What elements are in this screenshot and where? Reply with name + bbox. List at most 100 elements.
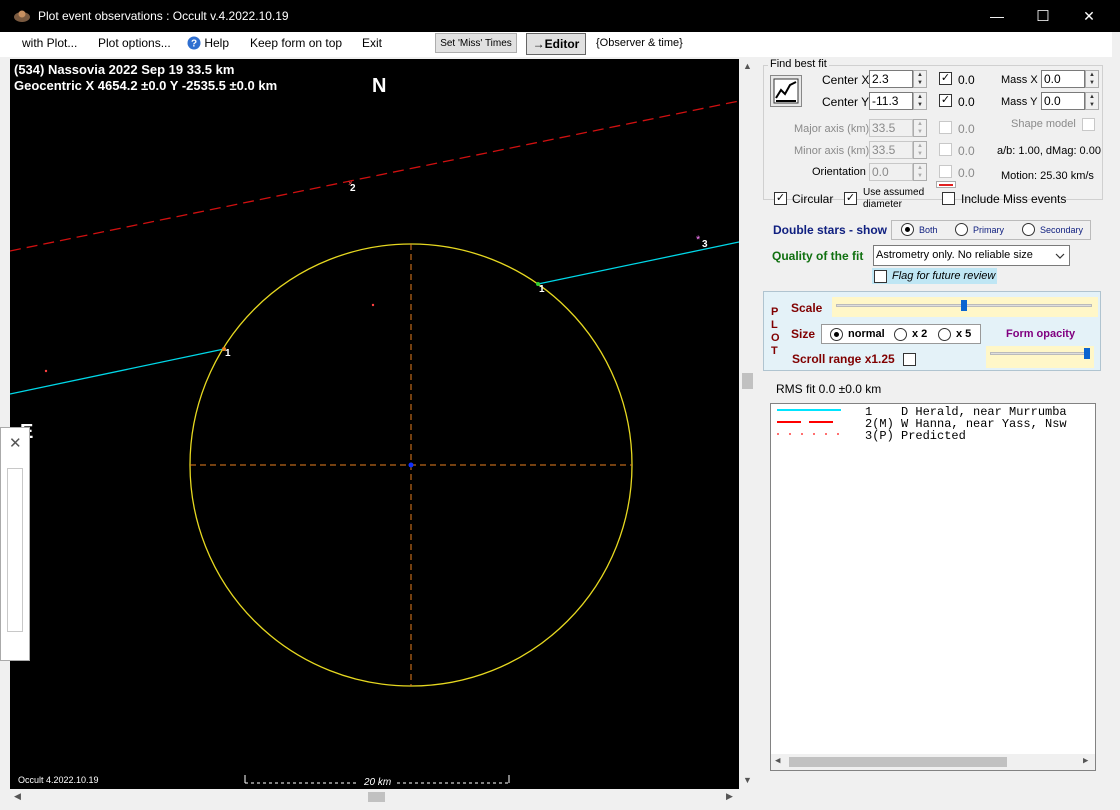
scroll-right-icon[interactable]: ▶ [726,791,733,802]
set-miss-times-button[interactable]: Set 'Miss' Times [435,33,517,53]
version-label: Occult 4.2022.10.19 [18,775,99,785]
legend-line-dotted-icon [777,433,841,435]
legend-scroll-right-icon[interactable]: ▶ [1083,756,1088,766]
find-best-fit-button[interactable] [770,75,802,107]
include-miss-events-checkbox[interactable] [942,192,955,205]
orientation-fit-checkbox[interactable] [939,165,952,178]
size-x5-label: x 5 [956,328,972,340]
center-y-label: Center Y [822,95,870,109]
orientation-label: Orientation [812,166,866,178]
double-stars-primary-radio[interactable] [955,223,968,236]
center-x-spinner[interactable]: ▲ ▼ [913,70,927,88]
use-assumed-label-1: Use assumed [863,187,925,198]
scale-slider[interactable] [832,297,1098,317]
major-axis-fit-checkbox[interactable] [939,121,952,134]
size-label: Size [791,327,816,341]
plot-horizontal-scrollbar[interactable]: ◀ ▶ [10,789,739,805]
scroll-left-icon[interactable]: ◀ [14,791,21,802]
double-stars-primary-label: Primary [973,225,1004,235]
close-icon: ✕ [1083,7,1095,24]
orientation-input[interactable]: 0.0 [869,163,913,181]
legend-row[interactable]: 3(P) Predicted [771,429,966,443]
minor-axis-fit-checkbox[interactable] [939,143,952,156]
major-axis-spinner[interactable]: ▲ ▼ [913,119,927,137]
size-normal-radio[interactable] [830,328,843,341]
title-bar: Plot event observations : Occult v.4.202… [0,0,1120,32]
chord-label-2: 2 [350,183,356,194]
scroll-down-icon[interactable]: ▼ [743,775,752,785]
window-title: Plot event observations : Occult v.4.202… [38,9,289,23]
legend-scroll-thumb[interactable] [789,757,1007,767]
major-axis-input[interactable]: 33.5 [869,119,913,137]
mass-y-spinner[interactable]: ▲ ▼ [1085,92,1099,110]
minor-axis-spinner[interactable]: ▲ ▼ [913,141,927,159]
minimize-button[interactable]: — [974,0,1020,32]
size-normal-label: normal [848,328,885,340]
quality-of-fit-select[interactable]: Astrometry only. No reliable size [873,245,1070,266]
scroll-range-label: Scroll range x1.25 [792,352,895,366]
size-x2-radio[interactable] [894,328,907,341]
scroll-range-checkbox[interactable] [903,353,916,366]
legend-horizontal-scrollbar[interactable]: ◀ ▶ [771,754,1095,770]
form-opacity-label: Form opacity [1006,328,1076,340]
plot-area[interactable]: × * (534) Nassovia 2022 Sep 19 33.5 km G… [10,59,739,789]
form-opacity-slider-thumb[interactable] [1084,348,1090,359]
mass-x-input[interactable]: 0.0 [1041,70,1085,88]
mass-x-spinner[interactable]: ▲ ▼ [1085,70,1099,88]
minor-axis-label: Minor axis (km) [794,145,870,157]
minor-axis-fit-value: 0.0 [958,144,975,158]
shape-model-checkbox[interactable] [1082,118,1095,131]
plot-vertical-scrollbar[interactable]: ▲ ▼ [739,59,756,789]
form-opacity-slider[interactable] [986,346,1094,368]
predicted-point [371,303,375,307]
menu-keep-on-top[interactable]: Keep form on top [250,36,342,50]
observer-legend-list[interactable]: 1 D Herald, near Murrumba 2(M) W Hanna, … [770,403,1096,771]
minor-axis-input[interactable]: 33.5 [869,141,913,159]
menu-with-plot[interactable]: with Plot... [22,36,77,50]
plot-header-line2: Geocentric X 4654.2 ±0.0 Y -2535.5 ±0.0 … [14,78,278,93]
chord-label-1: 1 [225,348,231,359]
quality-of-fit-value: Astrometry only. No reliable size [876,249,1033,261]
chord-label-3: 3 [702,239,708,250]
line-color-swatch[interactable] [936,181,956,188]
menu-plot-options[interactable]: Plot options... [98,36,171,50]
center-x-fit-checkbox[interactable]: ✓ [939,72,952,85]
orientation-spinner[interactable]: ▲ ▼ [913,163,927,181]
double-stars-both-radio[interactable] [901,223,914,236]
chord-label-1b: 1 [539,284,545,295]
dialog-close-icon[interactable]: ✕ [9,434,22,452]
double-stars-secondary-radio[interactable] [1022,223,1035,236]
vertical-scroll-thumb[interactable] [742,373,753,389]
best-fit-chart-icon [773,78,799,104]
scale-slider-thumb[interactable] [961,300,967,311]
legend-row-text: 3(P) Predicted [865,429,966,443]
use-assumed-diameter-checkbox[interactable]: ✓ [844,192,857,205]
profile-center [408,462,414,468]
mass-y-input[interactable]: 0.0 [1041,92,1085,110]
plot-side-letter-p: P [771,306,779,318]
control-panel: Find best fit Center X 2.3 ▲ ▼ ✓ 0.0 Mass… [756,57,1112,802]
editor-button[interactable]: →Editor [526,33,586,55]
motion-label: Motion: 25.30 km/s [1001,170,1094,182]
scroll-up-icon[interactable]: ▲ [743,61,752,71]
center-y-spinner[interactable]: ▲ ▼ [913,92,927,110]
maximize-button[interactable]: ☐ [1020,0,1066,32]
maximize-icon: ☐ [1036,8,1050,25]
center-x-fit-value: 0.0 [958,73,975,87]
size-x2-label: x 2 [912,328,928,340]
circular-checkbox[interactable]: ✓ [774,192,787,205]
horizontal-scroll-thumb[interactable] [368,792,385,802]
center-y-input[interactable]: -11.3 [869,92,913,110]
menu-help[interactable]: ? Help [187,36,229,50]
menu-exit[interactable]: Exit [362,36,382,50]
dialog-list[interactable] [7,468,23,632]
center-y-fit-checkbox[interactable]: ✓ [939,94,952,107]
size-x5-radio[interactable] [938,328,951,341]
center-x-input[interactable]: 2.3 [869,70,913,88]
quality-of-fit-label: Quality of the fit [772,249,864,263]
close-button[interactable]: ✕ [1066,0,1112,32]
legend-scroll-left-icon[interactable]: ◀ [775,756,780,766]
flag-review-checkbox[interactable] [874,270,887,283]
north-label: N [372,75,387,97]
chevron-down-icon[interactable] [1055,253,1065,259]
